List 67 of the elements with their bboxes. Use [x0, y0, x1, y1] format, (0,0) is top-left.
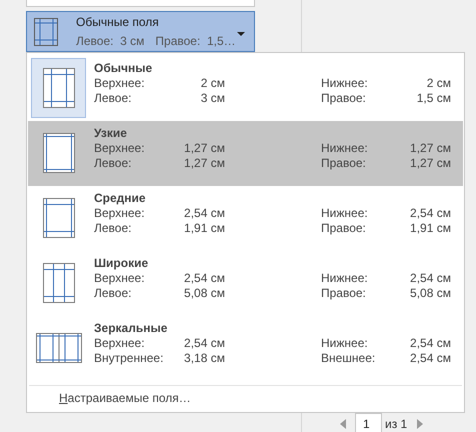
margin-label: Правое:: [321, 221, 367, 236]
margin-label: Нижнее:: [321, 336, 369, 351]
margin-value: 2 см: [426, 76, 451, 91]
previous-page-icon[interactable]: [340, 419, 346, 429]
margins-dropdown-button[interactable]: Обычные поля Левое: 3 см Правое: 1,5…: [26, 11, 255, 52]
page-margins-icon: [42, 67, 76, 109]
preset-name: Средние: [94, 191, 147, 206]
page-margins-icon: [42, 197, 76, 239]
page-count: из 1: [385, 417, 408, 431]
preset-name: Широкие: [94, 256, 150, 271]
margin-label: Верхнее:: [94, 336, 146, 351]
margin-label: Нижнее:: [321, 271, 369, 286]
margin-preset-item[interactable]: Обычные Верхнее: 2 см Нижнее: 2 см Левое: 3 см Правое: 1,5 см: [28, 56, 463, 121]
margin-value: 3,18 см: [183, 351, 225, 366]
margin-label: Правое:: [321, 156, 367, 171]
margin-value: 1,27 см: [409, 156, 451, 171]
margin-value: 2,54 см: [409, 351, 451, 366]
margin-label: Левое:: [94, 286, 132, 301]
margin-preset-item[interactable]: Широкие Верхнее: 2,54 см Нижнее: 2,54 см Левое: 5,08 см Правое: 5,08 см: [28, 251, 463, 316]
margin-label: Внутреннее:: [94, 351, 164, 366]
margin-value: 3 см: [200, 91, 225, 106]
margin-label: Нижнее:: [321, 206, 369, 221]
page-margins-icon: [34, 18, 58, 46]
margin-value: 2,54 см: [183, 271, 225, 286]
margin-value: 1,91 см: [183, 221, 225, 236]
margin-label: Верхнее:: [94, 76, 146, 91]
margin-label: Нижнее:: [321, 76, 369, 91]
right-margin-summary: Правое: 1,5…: [155, 34, 236, 48]
margin-label: Нижнее:: [321, 141, 369, 156]
margin-label: Верхнее:: [94, 271, 146, 286]
next-page-icon[interactable]: [417, 419, 424, 429]
margin-label: Правое:: [321, 286, 367, 301]
preset-name: Узкие: [94, 126, 128, 141]
margin-value: 5,08 см: [183, 286, 225, 301]
margin-value: 2 см: [200, 76, 225, 91]
margin-label: Правое:: [321, 91, 367, 106]
margin-preset-item[interactable]: Средние Верхнее: 2,54 см Нижнее: 2,54 см Левое: 1,91 см Правое: 1,91 см: [28, 186, 463, 251]
margin-label: Внешнее:: [321, 351, 376, 366]
margin-value: 1,27 см: [409, 141, 451, 156]
page-size-button[interactable]: [26, 0, 255, 7]
margin-value: 1,5 см: [416, 91, 451, 106]
caret-icon: [237, 32, 245, 36]
margin-label: Верхнее:: [94, 141, 146, 156]
margin-value: 2,54 см: [409, 271, 451, 286]
margin-label: Левое:: [94, 221, 132, 236]
margin-label: Верхнее:: [94, 206, 146, 221]
margin-preset-item[interactable]: Узкие Верхнее: 1,27 см Нижнее: 1,27 см Левое: 1,27 см Правое: 1,27 см: [28, 121, 463, 186]
facing-pages-icon: [36, 333, 82, 363]
margin-preset-item[interactable]: Зеркальные Верхнее: 2,54 см Нижнее: 2,54 см Внутреннее: 3,18 см Внешнее: 2,54 см: [28, 316, 463, 381]
margin-label: Левое:: [94, 156, 132, 171]
preset-name: Зеркальные: [94, 321, 168, 336]
margin-value: 1,27 см: [183, 156, 225, 171]
custom-margins-item[interactable]: Настраиваемые поля…: [59, 390, 191, 406]
button-title: Обычные поля: [76, 15, 160, 29]
page-margins-icon: [42, 262, 76, 304]
margin-value: 2,54 см: [409, 206, 451, 221]
page-margins-icon: [42, 132, 76, 174]
margin-value: 2,54 см: [409, 336, 451, 351]
margin-label: Левое:: [94, 91, 132, 106]
margin-value: 1,91 см: [409, 221, 451, 236]
margin-value: 1,27 см: [183, 141, 225, 156]
left-margin-summary: Левое: 3 см: [76, 34, 144, 48]
margin-value: 2,54 см: [183, 336, 225, 351]
preset-name: Обычные: [94, 61, 154, 76]
margin-value: 2,54 см: [183, 206, 225, 221]
page-number-field[interactable]: 1: [355, 413, 382, 432]
margin-value: 5,08 см: [409, 286, 451, 301]
